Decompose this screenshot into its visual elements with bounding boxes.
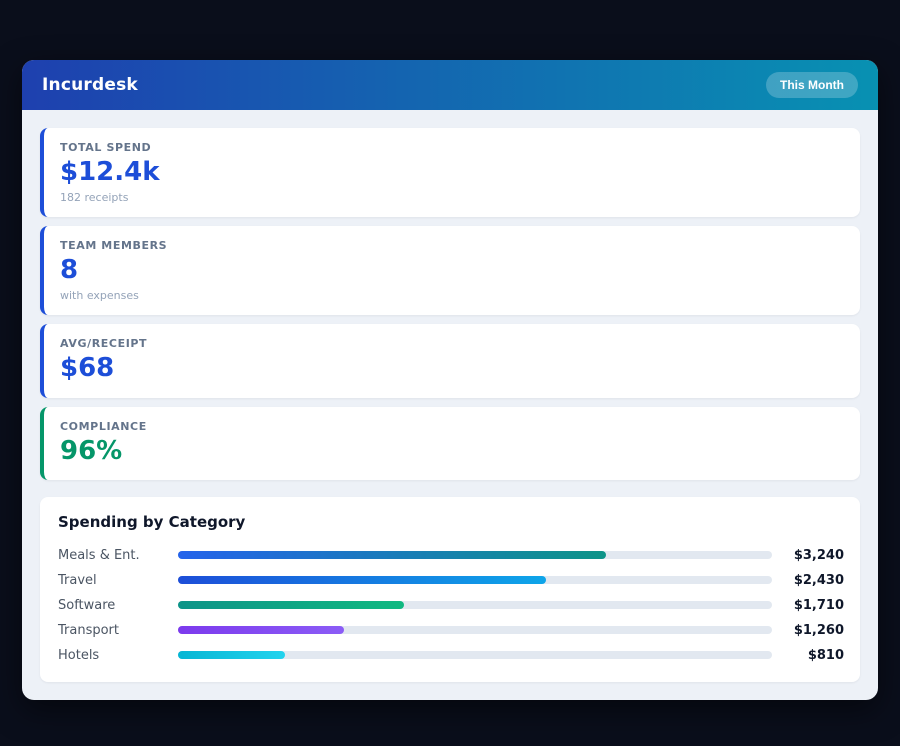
category-label: Travel — [58, 573, 178, 588]
spending-card-title: Spending by Category — [58, 513, 844, 531]
stat-label: TOTAL SPEND — [60, 141, 842, 154]
stat-label: TEAM MEMBERS — [60, 239, 842, 252]
app-title: Incurdesk — [42, 75, 138, 95]
bar-track — [178, 576, 772, 584]
bar-track — [178, 551, 772, 559]
bar-fill-transport — [178, 626, 344, 634]
category-label: Hotels — [58, 648, 178, 663]
stat-card-team-members: TEAM MEMBERS 8 with expenses — [40, 226, 860, 315]
category-amount: $1,260 — [772, 623, 844, 638]
spend-row-transport: Transport $1,260 — [58, 618, 844, 643]
stat-value: $12.4k — [60, 157, 842, 188]
category-amount: $1,710 — [772, 598, 844, 613]
dashboard-panel: Incurdesk This Month TOTAL SPEND $12.4k … — [22, 60, 878, 700]
spend-row-meals: Meals & Ent. $3,240 — [58, 543, 844, 568]
category-amount: $810 — [772, 648, 844, 663]
stat-value: $68 — [60, 353, 842, 384]
bar-fill-travel — [178, 576, 546, 584]
bar-track — [178, 651, 772, 659]
spend-row-travel: Travel $2,430 — [58, 568, 844, 593]
category-label: Meals & Ent. — [58, 548, 178, 563]
stat-subtext: 182 receipts — [60, 191, 842, 204]
spend-row-software: Software $1,710 — [58, 593, 844, 618]
bar-fill-software — [178, 601, 404, 609]
category-amount: $3,240 — [772, 548, 844, 563]
stat-subtext: with expenses — [60, 289, 842, 302]
spend-row-hotels: Hotels $810 — [58, 643, 844, 668]
app-header: Incurdesk This Month — [22, 60, 878, 110]
stat-label: COMPLIANCE — [60, 420, 842, 433]
bar-fill-hotels — [178, 651, 285, 659]
stat-label: AVG/RECEIPT — [60, 337, 842, 350]
stat-value: 8 — [60, 255, 842, 286]
category-label: Transport — [58, 623, 178, 638]
bar-fill-meals — [178, 551, 606, 559]
spending-by-category-card: Spending by Category Meals & Ent. $3,240… — [40, 497, 860, 682]
dashboard-body: TOTAL SPEND $12.4k 182 receipts TEAM MEM… — [22, 110, 878, 700]
stat-card-compliance: COMPLIANCE 96% — [40, 407, 860, 480]
stat-value: 96% — [60, 436, 842, 467]
category-label: Software — [58, 598, 178, 613]
stat-card-total-spend: TOTAL SPEND $12.4k 182 receipts — [40, 128, 860, 217]
stat-card-avg-receipt: AVG/RECEIPT $68 — [40, 324, 860, 397]
bar-track — [178, 626, 772, 634]
bar-track — [178, 601, 772, 609]
period-badge-button[interactable]: This Month — [766, 72, 858, 98]
category-amount: $2,430 — [772, 573, 844, 588]
